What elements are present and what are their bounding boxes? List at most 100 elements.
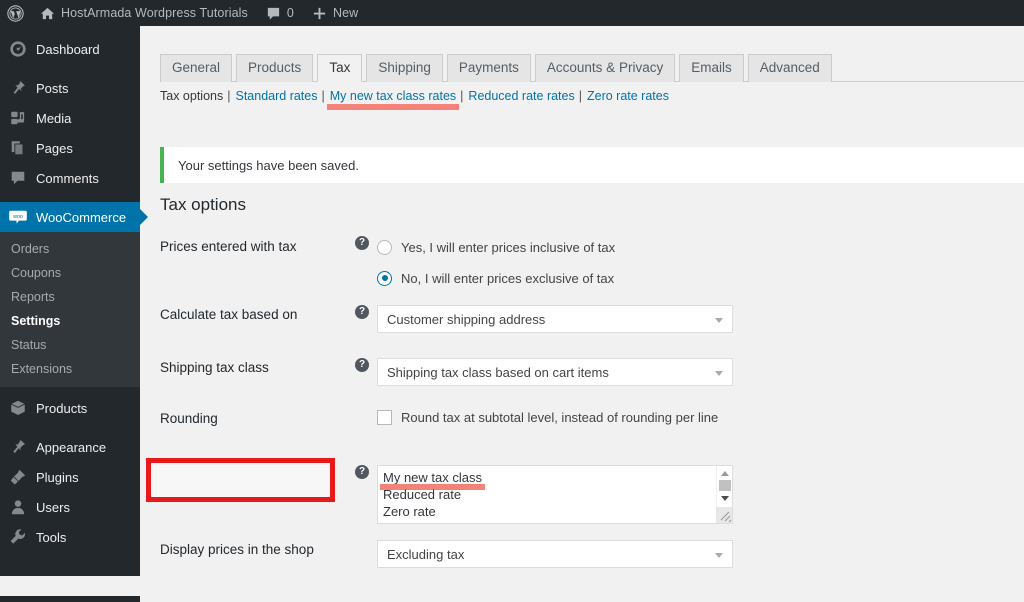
help-question-icon[interactable]: ? (355, 305, 369, 319)
sidebar-item-label: Plugins (36, 470, 79, 485)
tab-advanced[interactable]: Advanced (748, 54, 832, 82)
calculate-tax-based-on-select[interactable]: Customer shipping address (377, 305, 733, 333)
row-prices-entered-with-tax: Prices entered with tax ? Yes, I will en… (160, 236, 1020, 300)
tab-products[interactable]: Products (236, 54, 313, 82)
multiselect-option-zero-rate[interactable]: Zero rate (383, 503, 732, 520)
submenu-item-extensions[interactable]: Extensions (0, 357, 140, 381)
plugins-plug-icon (9, 468, 27, 486)
site-name-menu[interactable]: HostArmada Wordpress Tutorials (31, 0, 257, 26)
scroll-down-arrow-icon[interactable] (721, 496, 729, 501)
radio-label: No, I will enter prices exclusive of tax (401, 271, 614, 286)
tab-general[interactable]: General (160, 54, 232, 82)
tab-label: Payments (459, 60, 519, 75)
sidebar-item-comments[interactable]: Comments (0, 163, 140, 193)
radio-button-selected[interactable] (377, 271, 392, 286)
wordpress-logo-menu[interactable] (0, 0, 31, 26)
sidebar-item-label: Media (36, 111, 71, 126)
multiselect-option-label: My new tax class (383, 469, 482, 486)
radio-button[interactable] (377, 240, 392, 255)
subnav-link-standard-rates[interactable]: Standard rates (235, 89, 317, 103)
sidebar-item-users[interactable]: Users (0, 492, 140, 522)
row-calculate-tax-based-on: Calculate tax based on ? Customer shippi… (160, 300, 1020, 353)
tab-accounts-privacy[interactable]: Accounts & Privacy (535, 54, 675, 82)
subnav-link-zero-rate-rates[interactable]: Zero rate rates (587, 89, 669, 103)
rounding-checkbox-label: Round tax at subtotal level, instead of … (401, 410, 718, 425)
subnav-link-my-new-tax-class-rates[interactable]: My new tax class rates (330, 89, 456, 103)
woocommerce-submenu: Orders Coupons Reports Settings Status E… (0, 232, 140, 387)
subnav-link-label: Reduced rate rates (468, 89, 574, 103)
submenu-item-label: Coupons (11, 266, 61, 280)
row-display-prices-in-the-shop: Display prices in the shop Excluding tax (160, 535, 1020, 575)
sidebar-item-products[interactable]: Products (0, 393, 140, 423)
tab-payments[interactable]: Payments (447, 54, 531, 82)
home-icon (40, 6, 55, 21)
submenu-item-label: Orders (11, 242, 49, 256)
scroll-up-arrow-icon[interactable] (721, 471, 729, 476)
help-question-icon[interactable]: ? (355, 236, 369, 250)
comment-bubble-icon (9, 169, 27, 187)
tab-shipping[interactable]: Shipping (366, 54, 443, 82)
comments-menu[interactable]: 0 (257, 0, 303, 26)
sidebar-divider (0, 423, 140, 432)
plus-icon (312, 6, 327, 21)
field-label: Prices entered with tax (160, 236, 355, 254)
radio-label: Yes, I will enter prices inclusive of ta… (401, 240, 615, 255)
subnav-link-label: Standard rates (235, 89, 317, 103)
scrollbar-thumb[interactable] (719, 480, 731, 491)
subnav-link-label: My new tax class rates (330, 89, 456, 103)
sidebar-item-appearance[interactable]: Appearance (0, 432, 140, 462)
page-title: Tax options (160, 195, 246, 215)
subnav-link-reduced-rate-rates[interactable]: Reduced rate rates (468, 89, 574, 103)
subnav-link-label: Zero rate rates (587, 89, 669, 103)
admin-bar: HostArmada Wordpress Tutorials 0 New (0, 0, 1024, 26)
subnav-separator: | (227, 89, 230, 103)
sidebar-divider (0, 64, 140, 73)
sidebar-item-label: Comments (36, 171, 99, 186)
rounding-checkbox[interactable] (377, 410, 392, 425)
tab-emails[interactable]: Emails (679, 54, 744, 82)
sidebar-item-pages[interactable]: Pages (0, 133, 140, 163)
sidebar-item-dashboard[interactable]: Dashboard (0, 34, 140, 64)
submenu-item-orders[interactable]: Orders (0, 237, 140, 261)
display-prices-in-shop-select[interactable]: Excluding tax (377, 540, 733, 568)
comment-bubble-icon (266, 6, 281, 21)
sidebar-item-media[interactable]: Media (0, 103, 140, 133)
subnav-separator: | (321, 89, 324, 103)
submenu-item-settings[interactable]: Settings (0, 309, 140, 333)
tab-tax[interactable]: Tax (317, 54, 362, 82)
submenu-item-reports[interactable]: Reports (0, 285, 140, 309)
submenu-item-status[interactable]: Status (0, 333, 140, 357)
sidebar-item-woocommerce[interactable]: woo WooCommerce (0, 202, 140, 232)
multiselect-option-reduced-rate[interactable]: Reduced rate (383, 486, 732, 503)
resize-grip-icon[interactable] (716, 507, 732, 523)
submenu-item-label: Extensions (11, 362, 72, 376)
sidebar-item-plugins[interactable]: Plugins (0, 462, 140, 492)
sidebar-item-label: Posts (36, 81, 69, 96)
notice-message: Your settings have been saved. (164, 158, 359, 173)
subnav-separator: | (579, 89, 582, 103)
radio-option-prices-exclusive[interactable]: No, I will enter prices exclusive of tax (377, 267, 615, 289)
radio-option-prices-inclusive[interactable]: Yes, I will enter prices inclusive of ta… (377, 236, 615, 258)
help-question-icon[interactable]: ? (355, 358, 369, 372)
new-content-menu[interactable]: New (303, 0, 367, 26)
chevron-down-icon (715, 371, 723, 376)
site-title: HostArmada Wordpress Tutorials (61, 6, 248, 20)
pin-icon (9, 79, 27, 97)
row-additional-tax-classes: Additional tax classes ? My new tax clas… (160, 460, 1020, 535)
additional-tax-classes-multiselect[interactable]: My new tax class Reduced rate Zero rate (377, 465, 733, 524)
row-shipping-tax-class: Shipping tax class ? Shipping tax class … (160, 353, 1020, 407)
wordpress-logo-icon (7, 5, 24, 22)
select-value: Customer shipping address (387, 312, 545, 327)
sidebar-item-label: Products (36, 401, 87, 416)
help-question-icon[interactable]: ? (355, 465, 369, 479)
shipping-tax-class-select[interactable]: Shipping tax class based on cart items (377, 358, 733, 386)
main-content-area: General Products Tax Shipping Payments A… (140, 26, 1024, 576)
field-label: Display prices in the shop (160, 535, 355, 557)
sidebar-item-posts[interactable]: Posts (0, 73, 140, 103)
submenu-item-label: Status (11, 338, 46, 352)
submenu-item-coupons[interactable]: Coupons (0, 261, 140, 285)
multiselect-option-my-new-tax-class[interactable]: My new tax class (383, 469, 732, 486)
tax-options-form: Prices entered with tax ? Yes, I will en… (160, 236, 1020, 575)
subnav-current-label: Tax options (160, 89, 223, 103)
sidebar-item-tools[interactable]: Tools (0, 522, 140, 552)
